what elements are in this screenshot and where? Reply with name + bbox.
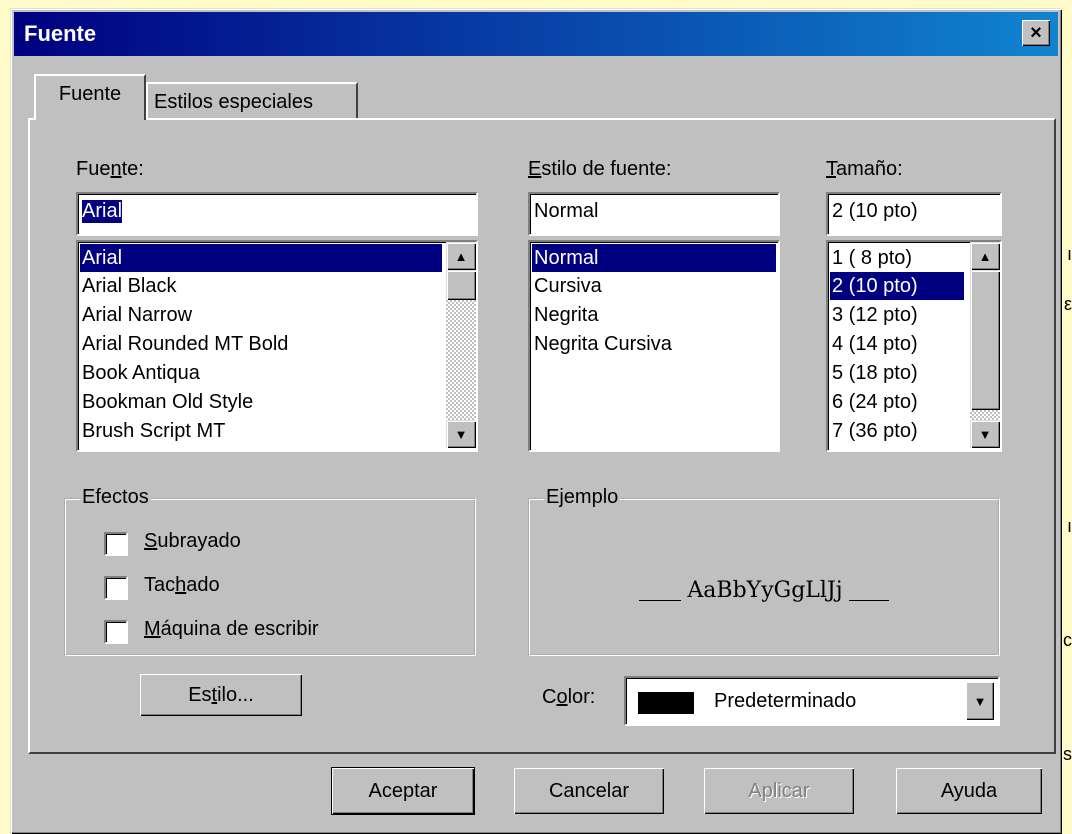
title-bar[interactable]: Fuente ×: [14, 12, 1058, 56]
edge-glyph: ε: [1063, 294, 1072, 314]
tab-fuente[interactable]: Fuente: [34, 74, 146, 120]
help-button[interactable]: Ayuda: [896, 768, 1042, 814]
cancel-button[interactable]: Cancelar: [514, 768, 664, 814]
cancel-button-label: Cancelar: [548, 779, 630, 802]
edge-glyph: s: [1063, 744, 1072, 764]
edge-glyph: c: [1063, 630, 1072, 650]
font-dialog: Fuente × Fuente Estilos especiales Fuent…: [10, 8, 1062, 834]
ok-button-label: Aceptar: [368, 779, 438, 802]
apply-button[interactable]: Aplicar: [704, 768, 854, 814]
apply-button-label: Aplicar: [748, 779, 810, 802]
close-button[interactable]: ×: [1022, 20, 1050, 46]
ok-button[interactable]: Aceptar: [332, 768, 474, 814]
dialog-title: Fuente: [24, 21, 97, 46]
tab-label: Fuente: [58, 83, 122, 105]
close-icon: ×: [1030, 22, 1042, 44]
help-button-label: Ayuda: [940, 779, 998, 802]
edge-glyph: ı: [1066, 516, 1072, 536]
tab-label: Estilos especiales: [154, 91, 313, 113]
edge-glyph: ı: [1066, 244, 1072, 264]
tab-panel: [28, 118, 1056, 754]
tab-estilos-especiales[interactable]: Estilos especiales: [146, 82, 358, 120]
